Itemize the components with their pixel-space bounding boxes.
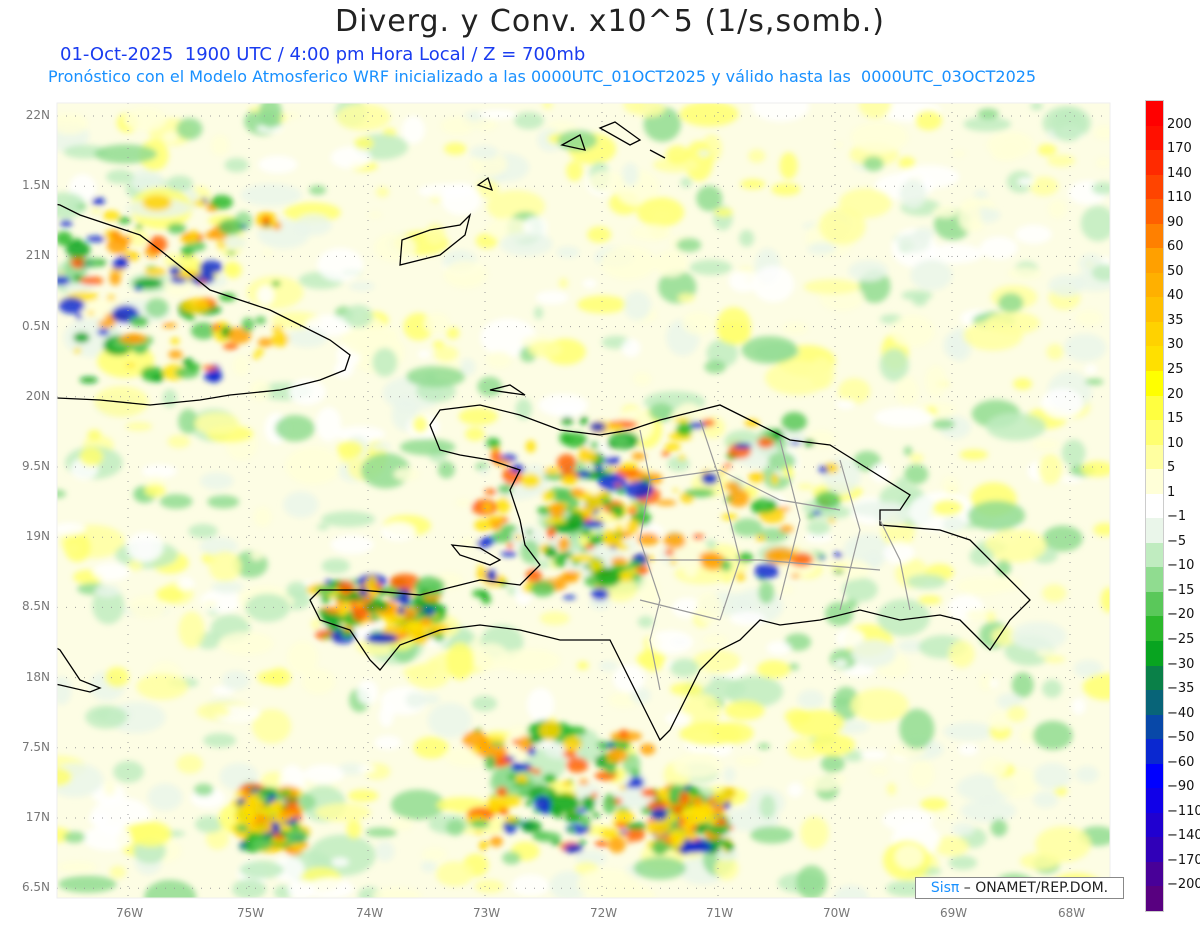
lat-label: 17N xyxy=(25,810,50,824)
colorbar-label: −5 xyxy=(1167,533,1187,549)
colorbar-label: 10 xyxy=(1167,435,1184,451)
colorbar-swatch xyxy=(1146,886,1163,912)
colorbar-swatch xyxy=(1146,150,1163,176)
colorbar-label: 90 xyxy=(1167,214,1184,230)
colorbar-swatch xyxy=(1146,444,1163,470)
colorbar-label: −200 xyxy=(1167,877,1200,893)
lat-label: 20N xyxy=(25,388,50,403)
colorbar-swatch xyxy=(1146,469,1163,495)
colorbar-swatch xyxy=(1146,665,1163,691)
colorbar-swatch xyxy=(1146,763,1163,789)
colorbar-label: −20 xyxy=(1167,607,1195,623)
lon-label: 75W xyxy=(237,906,265,920)
colorbar-label: 110 xyxy=(1167,190,1192,206)
colorbar-swatch xyxy=(1146,861,1163,887)
colorbar-label: 25 xyxy=(1167,362,1184,377)
colorbar-swatch xyxy=(1146,812,1163,838)
colorbar-label: 50 xyxy=(1167,263,1184,279)
colorbar-swatch xyxy=(1146,297,1163,323)
colorbar-swatch xyxy=(1146,395,1163,421)
model-info: Pronóstico con el Modelo Atmosferico WRF… xyxy=(48,67,1037,86)
colorbar-swatch xyxy=(1146,567,1163,593)
colorbar-label: −170 xyxy=(1167,852,1200,868)
colorbar-label: −15 xyxy=(1167,582,1195,598)
lon-label: 71W xyxy=(706,906,734,920)
colorbar-label: −10 xyxy=(1167,558,1195,574)
lat-label: 0.5N xyxy=(21,318,50,333)
colorbar-label: −35 xyxy=(1167,681,1195,697)
colorbar-label: 1 xyxy=(1167,484,1176,500)
colorbar-label: −90 xyxy=(1167,779,1195,795)
colorbar xyxy=(1145,100,1164,912)
lat-label: 7.5N xyxy=(21,739,50,754)
valid-time: 01-Oct-2025 1900 UTC / 4:00 pm Hora Loca… xyxy=(60,44,586,65)
lon-label: 69W xyxy=(940,906,968,920)
lat-label: 19N xyxy=(25,529,50,544)
lon-label: 74W xyxy=(356,906,384,920)
credit-text: – ONAMET/REP.DOM. xyxy=(959,880,1109,896)
lon-label: 70W xyxy=(823,906,851,920)
lat-label: 1.5N xyxy=(21,178,50,193)
colorbar-label: −60 xyxy=(1167,754,1195,770)
colorbar-label: 200 xyxy=(1167,116,1192,132)
colorbar-swatch xyxy=(1146,223,1163,249)
colorbar-label: 40 xyxy=(1167,288,1184,304)
colorbar-label: 35 xyxy=(1167,312,1184,328)
colorbar-swatch xyxy=(1146,199,1163,225)
credit-box: Sisπ – ONAMET/REP.DOM. xyxy=(915,877,1124,899)
map-title: Diverg. y Conv. x10^5 (1/s,somb.) xyxy=(335,4,885,39)
lat-label: 6.5N xyxy=(21,880,50,895)
colorbar-label: −140 xyxy=(1167,828,1200,844)
colorbar-label: −30 xyxy=(1167,656,1195,672)
colorbar-swatch xyxy=(1146,641,1163,667)
colorbar-swatch xyxy=(1146,248,1163,274)
colorbar-label: 170 xyxy=(1167,141,1192,157)
lat-label: 9.5N xyxy=(21,459,50,473)
colorbar-swatch xyxy=(1146,321,1163,347)
colorbar-label: −50 xyxy=(1167,730,1195,746)
colorbar-swatch xyxy=(1146,714,1163,740)
colorbar-swatch xyxy=(1146,518,1163,544)
lon-label: 68W xyxy=(1058,906,1086,920)
colorbar-label: 60 xyxy=(1167,239,1184,255)
colorbar-label: 140 xyxy=(1167,165,1192,181)
colorbar-label: −110 xyxy=(1167,803,1200,819)
lat-label: 8.5N xyxy=(21,599,50,614)
colorbar-swatch xyxy=(1146,591,1163,617)
colorbar-swatch xyxy=(1146,174,1163,200)
colorbar-label: −1 xyxy=(1167,509,1187,525)
sisp-logo: Sisπ xyxy=(930,880,960,896)
colorbar-swatch xyxy=(1146,837,1163,863)
colorbar-swatch xyxy=(1146,420,1163,446)
colorbar-swatch xyxy=(1146,739,1163,765)
colorbar-swatch xyxy=(1146,493,1163,519)
colorbar-label: 15 xyxy=(1167,411,1184,427)
lon-label: 72W xyxy=(590,906,618,920)
colorbar-label: 5 xyxy=(1167,460,1176,476)
colorbar-swatch xyxy=(1146,371,1163,397)
colorbar-swatch xyxy=(1146,125,1163,151)
colorbar-swatch xyxy=(1146,272,1163,298)
colorbar-label: 30 xyxy=(1167,337,1184,353)
colorbar-label: 20 xyxy=(1167,386,1184,402)
lon-label: 73W xyxy=(473,906,501,920)
colorbar-swatch xyxy=(1146,542,1163,568)
lat-label: 18N xyxy=(25,669,50,684)
lon-label: 76W xyxy=(116,906,144,920)
colorbar-swatch xyxy=(1146,788,1163,814)
colorbar-swatch xyxy=(1146,346,1163,372)
colorbar-swatch xyxy=(1146,690,1163,716)
lat-label: 22N xyxy=(25,108,50,122)
colorbar-label: −25 xyxy=(1167,632,1195,647)
divergence-map xyxy=(56,102,1111,899)
lat-label: 21N xyxy=(25,248,50,263)
colorbar-swatch xyxy=(1146,616,1163,642)
colorbar-swatch xyxy=(1146,101,1163,127)
colorbar-label: −40 xyxy=(1167,705,1195,721)
